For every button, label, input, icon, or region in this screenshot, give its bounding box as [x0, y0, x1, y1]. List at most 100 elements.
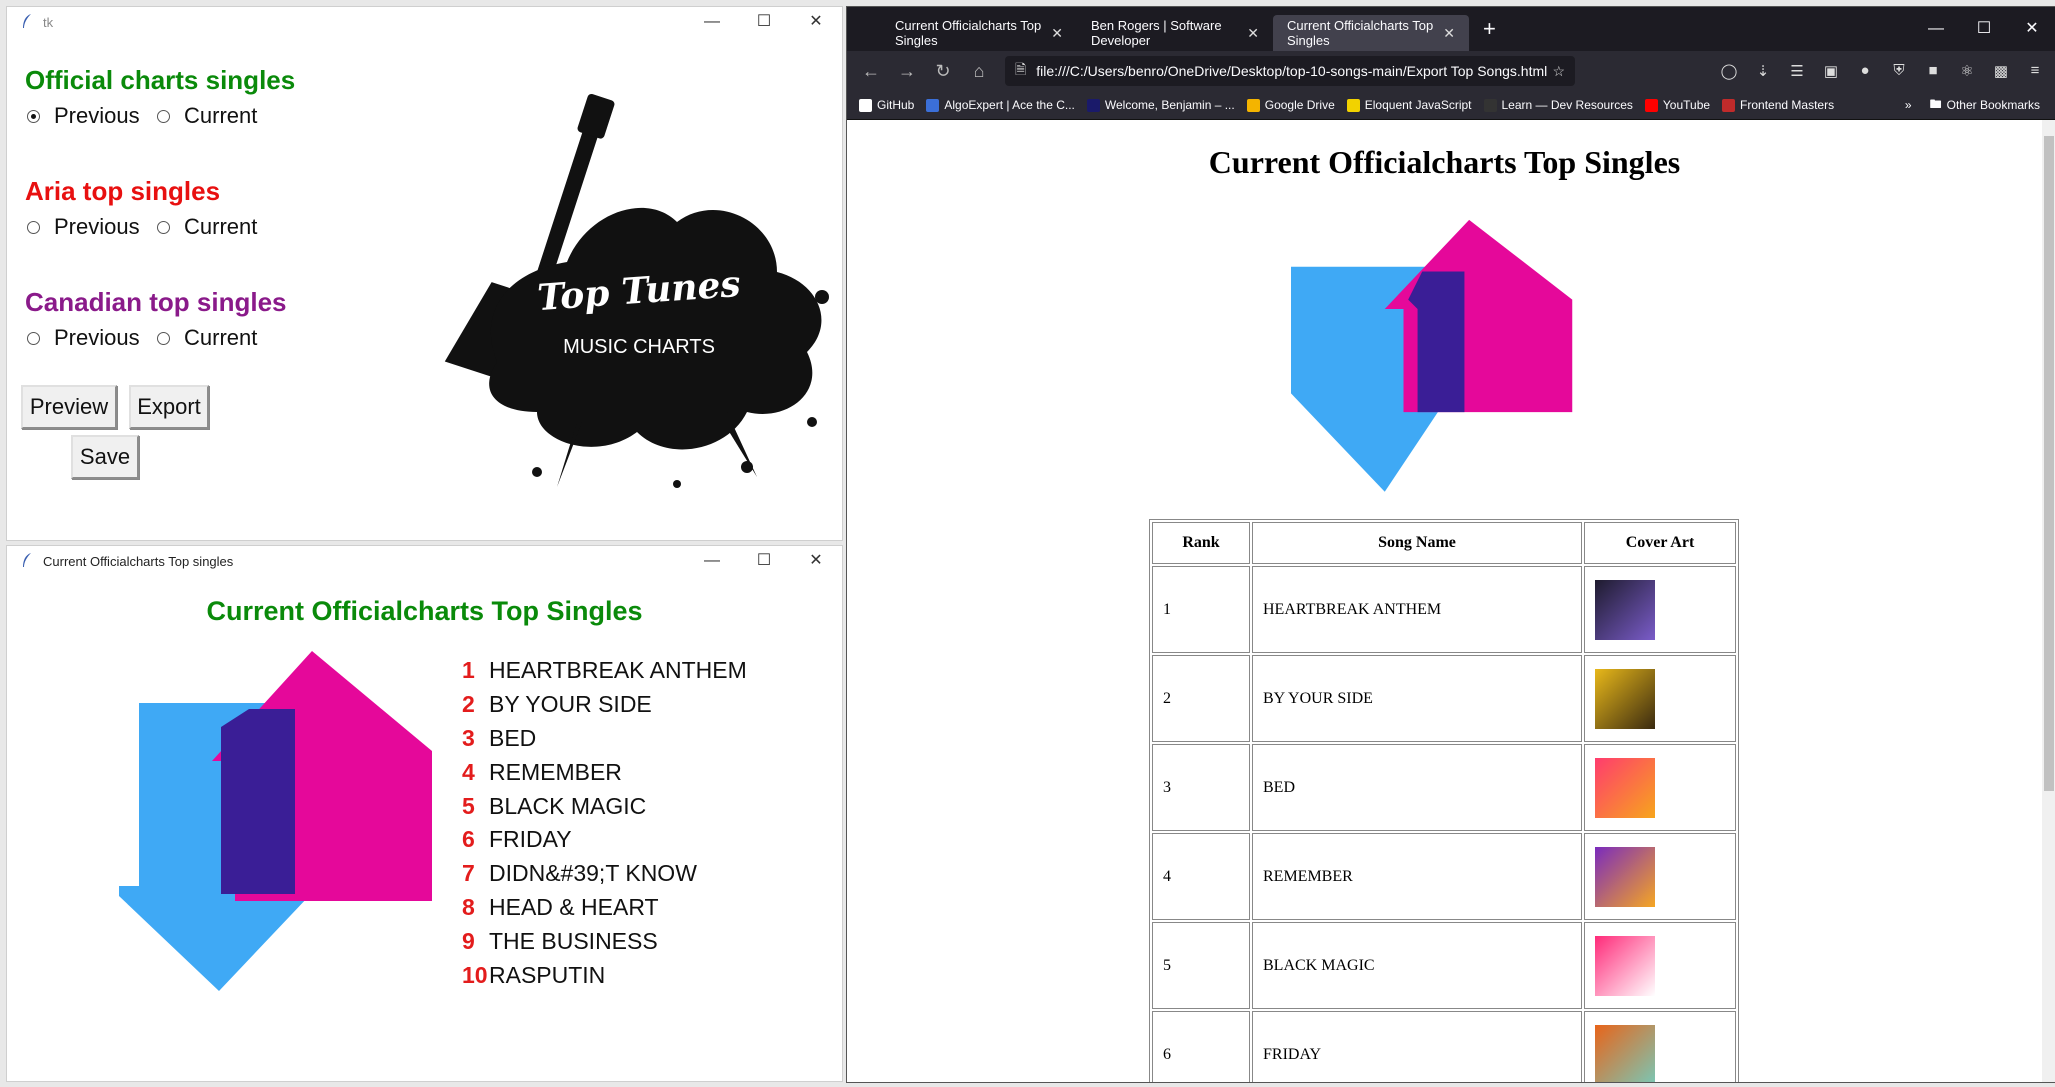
- maximize-icon[interactable]: ☐: [738, 7, 790, 37]
- canadian-current-radio[interactable]: Current: [157, 325, 257, 351]
- forward-icon[interactable]: →: [889, 61, 925, 82]
- url-bar[interactable]: 🗎 file:///C:/Users/benro/OneDrive/Deskto…: [1005, 56, 1575, 86]
- official-charts-heading: Official charts singles: [25, 65, 296, 95]
- song-name: BED: [489, 724, 537, 751]
- url-text[interactable]: file:///C:/Users/benro/OneDrive/Desktop/…: [1036, 63, 1547, 79]
- preview-button[interactable]: Preview: [21, 385, 117, 429]
- minimize-icon[interactable]: —: [686, 7, 738, 37]
- tab-ben-rogers[interactable]: Ben Rogers | Software Developer ✕: [1077, 15, 1273, 51]
- radio-icon[interactable]: [27, 220, 40, 234]
- radio-icon[interactable]: [27, 109, 40, 123]
- bookmark-item[interactable]: Welcome, Benjamin – ...: [1086, 98, 1235, 112]
- extension-icon[interactable]: ■: [1916, 62, 1950, 80]
- close-icon[interactable]: ✕: [790, 7, 842, 37]
- song-name-cell: FRIDAY: [1252, 1011, 1582, 1082]
- new-tab-icon[interactable]: +: [1483, 16, 1496, 42]
- table-row: 6 FRIDAY: [1152, 1011, 1736, 1082]
- radio-label: Current: [184, 103, 258, 128]
- library-icon[interactable]: ☰: [1780, 62, 1814, 80]
- aria-previous-radio[interactable]: Previous: [27, 214, 140, 240]
- cover-art-image: [1595, 668, 1655, 729]
- radio-label: Previous: [54, 214, 140, 239]
- bookmark-item[interactable]: Google Drive: [1246, 98, 1335, 112]
- bookmark-favicon-icon: [1246, 98, 1260, 112]
- sidebar-icon[interactable]: ▣: [1814, 62, 1848, 80]
- downloads-icon[interactable]: ⇣: [1746, 62, 1780, 80]
- radio-icon[interactable]: [27, 331, 40, 345]
- official-previous-radio[interactable]: Previous: [27, 103, 140, 129]
- bookmark-item[interactable]: Frontend Masters: [1722, 98, 1834, 112]
- rank-cell: 6: [1152, 1011, 1250, 1082]
- up-down-arrows-icon: [1291, 219, 1573, 492]
- cover-art-image: [1595, 757, 1655, 818]
- song-name: HEARTBREAK ANTHEM: [489, 657, 747, 684]
- extension-b-icon[interactable]: ●: [1848, 62, 1882, 80]
- song-name-cell: BED: [1252, 744, 1582, 831]
- menu-icon[interactable]: ≡: [2018, 62, 2052, 80]
- page-arrows-logo: [1291, 218, 1591, 508]
- song-rank: 1: [462, 657, 475, 684]
- bookmark-label: Eloquent JavaScript: [1364, 98, 1472, 112]
- bookmark-item[interactable]: Learn — Dev Resources: [1483, 98, 1633, 112]
- shield-icon[interactable]: ⛨: [1882, 62, 1916, 80]
- song-list-item: 10 RASPUTIN: [462, 958, 747, 992]
- canadian-previous-radio[interactable]: Previous: [27, 325, 140, 351]
- back-icon[interactable]: ←: [853, 61, 889, 82]
- radio-icon[interactable]: [157, 109, 170, 123]
- chevrons-icon[interactable]: »: [1905, 98, 1912, 112]
- save-button[interactable]: Save: [71, 435, 139, 479]
- tk-main-titlebar: tk — ☐ ✕: [7, 7, 842, 37]
- bookmark-favicon-icon: [1722, 98, 1736, 112]
- colorzilla-icon[interactable]: ▩: [1984, 62, 2018, 80]
- page-heading: Current Officialcharts Top Singles: [1208, 144, 1681, 180]
- rank-cell: 2: [1152, 655, 1250, 742]
- other-bookmarks[interactable]: » 🖿 Other Bookmarks: [1905, 95, 2040, 116]
- scrollbar-thumb[interactable]: [2044, 136, 2054, 791]
- song-name-cell: BLACK MAGIC: [1252, 922, 1582, 1009]
- song-name-cell: REMEMBER: [1252, 833, 1582, 920]
- cover-art-image: [1595, 579, 1655, 640]
- bookmark-star-icon[interactable]: ☆: [1552, 63, 1565, 80]
- cover-art-cell: [1584, 922, 1736, 1009]
- song-name-cell: BY YOUR SIDE: [1252, 655, 1582, 742]
- radio-icon[interactable]: [157, 220, 170, 234]
- tab-close-icon[interactable]: ✕: [1051, 25, 1063, 42]
- bookmark-item[interactable]: AlgoExpert | Ace the C...: [926, 98, 1075, 112]
- feather-icon: [21, 552, 35, 571]
- maximize-icon[interactable]: ☐: [1960, 7, 2008, 51]
- bookmark-label: Welcome, Benjamin – ...: [1104, 98, 1235, 112]
- song-list-item: 7 DIDN&#39;T KNOW: [462, 857, 747, 891]
- bookmark-favicon-icon: [1483, 98, 1497, 112]
- export-button[interactable]: Export: [129, 385, 209, 429]
- table-row: 5 BLACK MAGIC: [1152, 922, 1736, 1009]
- aria-current-radio[interactable]: Current: [157, 214, 257, 240]
- bookmark-item[interactable]: Eloquent JavaScript: [1346, 98, 1472, 112]
- tab-close-icon[interactable]: ✕: [1247, 25, 1259, 42]
- pocket-icon[interactable]: ◯: [1712, 62, 1746, 80]
- song-rank: 3: [462, 724, 475, 751]
- radio-icon[interactable]: [157, 331, 170, 345]
- minimize-icon[interactable]: —: [686, 546, 738, 576]
- close-icon[interactable]: ✕: [790, 546, 842, 576]
- table-row: 1 HEARTBREAK ANTHEM: [1152, 566, 1736, 653]
- vertical-scrollbar[interactable]: [2042, 120, 2055, 1082]
- bookmark-item[interactable]: YouTube: [1644, 98, 1711, 112]
- tab-officialcharts-1[interactable]: Current Officialcharts Top Singles ✕: [881, 15, 1077, 51]
- song-list-item: 3 BED: [462, 722, 747, 756]
- close-icon[interactable]: ✕: [2008, 7, 2055, 51]
- react-icon[interactable]: ⚛: [1950, 62, 1984, 80]
- maximize-icon[interactable]: ☐: [738, 546, 790, 576]
- minimize-icon[interactable]: —: [1912, 7, 1960, 51]
- song-list-item: 6 FRIDAY: [462, 823, 747, 857]
- tab-close-icon[interactable]: ✕: [1443, 25, 1455, 42]
- cover-art-cell: [1584, 744, 1736, 831]
- home-icon[interactable]: ⌂: [961, 61, 997, 82]
- top-tunes-logo: Top Tunes MUSIC CHARTS: [417, 92, 837, 492]
- official-current-radio[interactable]: Current: [157, 103, 257, 129]
- bookmark-item[interactable]: GitHub: [859, 98, 914, 112]
- bookmark-label: GitHub: [877, 98, 915, 112]
- bookmark-label: YouTube: [1662, 98, 1711, 112]
- song-list-item: 1 HEARTBREAK ANTHEM: [462, 654, 747, 688]
- reload-icon[interactable]: ↻: [925, 61, 961, 82]
- tab-officialcharts-active[interactable]: Current Officialcharts Top Singles ✕: [1273, 15, 1469, 51]
